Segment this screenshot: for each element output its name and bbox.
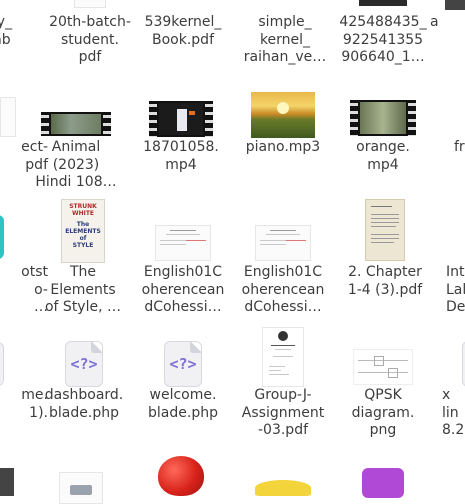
- file-label: Int Lal De: [446, 264, 465, 315]
- app-icon: [0, 215, 4, 259]
- video-thumbnail: [350, 100, 416, 136]
- image-thumbnail: [359, 0, 407, 6]
- thumbnail-partial: [445, 0, 465, 10]
- file-label: piano.mp3: [245, 139, 321, 155]
- pdf-thumbnail: [262, 327, 304, 387]
- book-title-text: The ELEMENTS of STYLE: [65, 221, 101, 249]
- banana-image-thumbnail: [255, 480, 311, 496]
- pdf-thumbnail: [255, 225, 311, 261]
- file-label: py_ lab: [0, 14, 13, 48]
- image-thumbnail: [353, 349, 413, 385]
- file-label: x lin 8.2: [442, 387, 465, 438]
- php-file-icon: <?>: [164, 341, 202, 387]
- pdf-thumbnail: [0, 97, 16, 137]
- file-label: The Elements of Style, …: [44, 264, 121, 315]
- code-icon: <?>: [70, 355, 98, 373]
- file-label: 539kernel_ Book.pdf: [144, 14, 222, 48]
- file-grid: py_ lab 20th-batch- student. pdf 539kern…: [0, 0, 465, 504]
- file-label: 2. Chapter 1-4 (3).pdf: [347, 264, 423, 298]
- apple-image-thumbnail: [158, 456, 204, 496]
- file-label: English01C oherencean dCohessi…: [241, 264, 325, 315]
- php-file-icon: <?>: [65, 341, 103, 387]
- file-label: a: [430, 14, 439, 30]
- code-icon: <?>: [169, 355, 197, 373]
- file-label: fr: [454, 139, 465, 155]
- file-label: dashboard. blade.php: [44, 387, 124, 421]
- book-strunk-text: STRUNK WHITE: [69, 203, 97, 217]
- file-icon: [0, 342, 4, 386]
- book-cover-thumbnail: STRUNK WHITE The ELEMENTS of STYLE: [61, 199, 105, 263]
- file-label: simple_ kernel_ raihan_ve…: [243, 14, 327, 65]
- file-label: Group-J- Assignment -03.pdf: [241, 387, 325, 438]
- file-label: orange. mp4: [356, 139, 410, 173]
- video-thumbnail: [149, 101, 213, 137]
- file-label: QPSK diagram. png: [351, 387, 415, 438]
- pdf-thumbnail: [74, 0, 106, 8]
- image-thumbnail: [0, 468, 14, 496]
- file-label: welcome. blade.php: [148, 387, 218, 421]
- pdf-thumbnail: [155, 225, 211, 261]
- file-label: 18701058. mp4: [143, 139, 219, 173]
- image-thumbnail: [59, 472, 103, 504]
- app-icon: [362, 468, 404, 498]
- file-label: 425488435_ 922541355 906640_1…: [339, 14, 427, 65]
- file-label: Animal (2023) Hindi 108…: [35, 139, 117, 190]
- file-label: English01C oherencean dCohessi…: [141, 264, 225, 315]
- pdf-thumbnail: [365, 199, 405, 261]
- file-label: 20th-batch- student. pdf: [49, 14, 131, 65]
- video-thumbnail: [41, 112, 111, 136]
- album-art-thumbnail: [251, 92, 315, 138]
